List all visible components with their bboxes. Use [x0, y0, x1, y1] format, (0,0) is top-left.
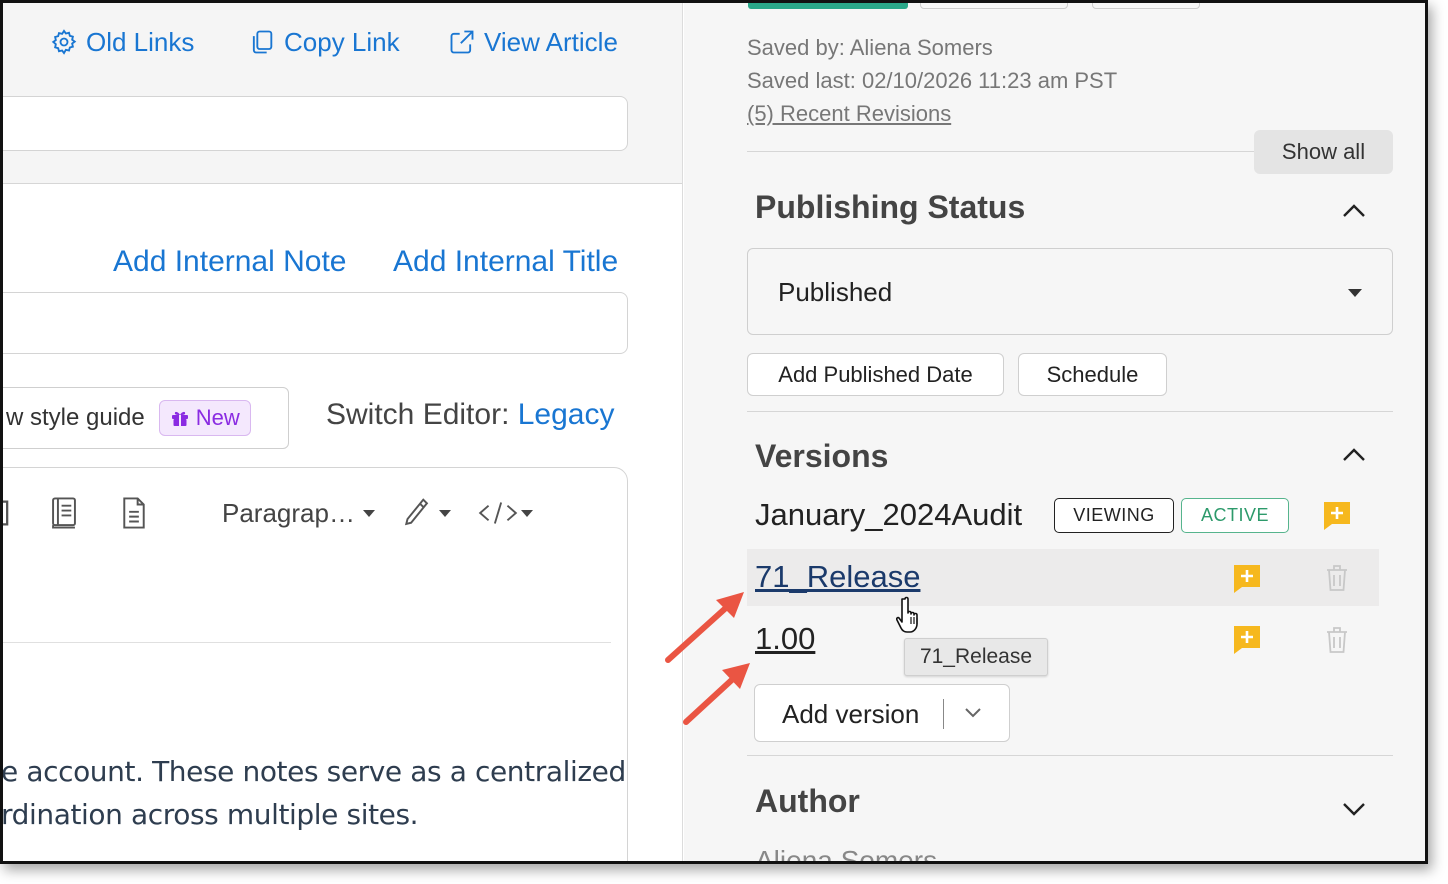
old-links-label: Old Links — [86, 26, 195, 57]
switch-editor: Switch Editor: Legacy — [326, 398, 615, 432]
dropdown-arrow-icon — [1348, 289, 1362, 297]
hand-cursor-icon — [896, 596, 918, 633]
copy-link-label: Copy Link — [284, 26, 400, 57]
version-link-label[interactable]: 71_Release — [755, 559, 920, 594]
add-note-icon[interactable] — [1232, 624, 1262, 656]
style-guide-button[interactable]: w style guide New — [3, 387, 289, 449]
divider — [747, 411, 1393, 412]
version-name: January_2024Audit — [755, 497, 1023, 532]
article-url-field[interactable] — [3, 96, 628, 151]
trash-icon[interactable] — [1324, 625, 1350, 655]
document-icon — [123, 497, 145, 529]
chevron-down-icon — [521, 509, 533, 517]
editor-divider — [3, 642, 611, 643]
legacy-editor-link[interactable]: Legacy — [518, 398, 615, 431]
add-version-label: Add version — [782, 699, 920, 729]
new-badge-label: New — [195, 405, 240, 430]
chevron-up-icon[interactable] — [1340, 445, 1368, 465]
external-link-icon — [450, 30, 474, 54]
toolbar-code-dropdown[interactable] — [477, 491, 533, 535]
partial-icon — [3, 500, 9, 526]
top-status-bar — [748, 3, 908, 9]
trash-icon[interactable] — [1324, 563, 1350, 593]
divider — [747, 755, 1393, 756]
recent-revisions-link[interactable]: (5) Recent Revisions — [747, 101, 951, 127]
version-name[interactable]: 1.00 — [755, 621, 815, 657]
code-icon — [478, 502, 518, 524]
switch-editor-label: Switch Editor: — [326, 398, 510, 431]
publishing-status-value: Published — [778, 277, 893, 307]
toolbar-pen-dropdown[interactable] — [401, 491, 451, 535]
version-tooltip: 71_Release — [904, 638, 1048, 676]
viewing-badge: VIEWING — [1054, 498, 1174, 533]
article-title-field[interactable] — [3, 292, 628, 354]
article-header-area: Old Links Copy Link View Article — [3, 3, 682, 184]
active-badge: ACTIVE — [1181, 498, 1289, 533]
versions-title: Versions — [755, 438, 889, 474]
paragraph-format-dropdown[interactable]: Paragrap… — [222, 491, 375, 535]
paragraph-format-label: Paragrap… — [222, 497, 355, 528]
copy-icon — [252, 30, 273, 54]
chevron-down-icon[interactable] — [1340, 799, 1368, 819]
chevron-down-icon — [439, 509, 451, 517]
add-published-date-button[interactable]: Add Published Date — [747, 353, 1004, 396]
split-divider — [943, 699, 944, 729]
saved-last: Saved last: 02/10/2026 11:23 am PST — [747, 68, 1118, 93]
author-title: Author — [755, 783, 860, 819]
new-badge: New — [158, 400, 251, 436]
author-value: Aliena Somers — [755, 845, 938, 864]
publishing-status-select[interactable]: Published — [747, 248, 1393, 335]
toolbar-partial-icon[interactable] — [3, 491, 25, 535]
style-guide-label: w style guide — [6, 404, 145, 431]
version-link[interactable]: 71_Release — [755, 559, 920, 595]
settings-sidebar: Saved by: Aliena Somers Saved last: 02/1… — [684, 3, 1425, 864]
saved-by: Saved by: Aliena Somers — [747, 35, 993, 60]
add-internal-note-link[interactable]: Add Internal Note — [113, 245, 346, 279]
editor-toolbar: Paragrap… — [3, 491, 623, 535]
show-all-button[interactable]: Show all — [1254, 130, 1393, 174]
pen-icon — [404, 498, 429, 526]
publishing-status-title: Publishing Status — [755, 189, 1026, 225]
chevron-down-icon — [362, 509, 375, 517]
add-note-icon[interactable] — [1232, 563, 1262, 595]
view-article-label: View Article — [484, 26, 618, 57]
copy-link-link[interactable]: Copy Link — [248, 25, 400, 59]
book-icon — [52, 497, 76, 529]
chevron-up-icon[interactable] — [1340, 201, 1368, 221]
toolbar-document-button[interactable] — [119, 491, 149, 535]
chevron-down-icon[interactable] — [963, 705, 983, 721]
view-article-link[interactable]: View Article — [448, 25, 618, 59]
add-version-split-button[interactable]: Add version — [754, 684, 1010, 742]
add-note-icon[interactable] — [1322, 500, 1352, 532]
version-name-label[interactable]: 1.00 — [755, 621, 815, 656]
gear-icon — [51, 29, 77, 55]
old-links-link[interactable]: Old Links — [50, 25, 194, 59]
body-text-line-2: rdination across multiple sites. — [3, 798, 419, 831]
toolbar-book-button[interactable] — [49, 491, 79, 535]
schedule-button[interactable]: Schedule — [1018, 353, 1167, 396]
add-internal-title-link[interactable]: Add Internal Title — [393, 245, 618, 279]
app-window: Old Links Copy Link View Article Add Int… — [0, 0, 1428, 864]
body-text-line-1: e account. These notes serve as a centra… — [3, 755, 626, 788]
gift-icon — [171, 411, 188, 426]
top-button-partial[interactable] — [1092, 3, 1200, 9]
top-button-partial[interactable] — [920, 3, 1068, 9]
editor-pane: Old Links Copy Link View Article Add Int… — [3, 3, 683, 861]
